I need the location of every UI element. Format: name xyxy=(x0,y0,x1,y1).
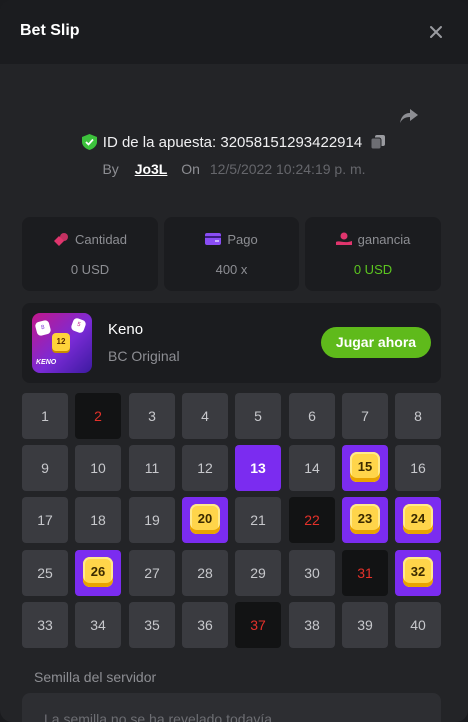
keno-cell-39: 39 xyxy=(342,602,388,648)
bet-id-row: ID de la apuesta: 32058151293422914 xyxy=(0,134,468,156)
close-icon[interactable] xyxy=(426,22,446,42)
thumb-die-3: 5 xyxy=(70,317,87,334)
server-seed-field[interactable]: La semilla no se ha revelado todavía xyxy=(22,693,441,722)
keno-cell-36: 36 xyxy=(182,602,228,648)
keno-cell-12: 12 xyxy=(182,445,228,491)
keno-cell-7: 7 xyxy=(342,393,388,439)
keno-cell-35: 35 xyxy=(129,602,175,648)
stat-amount-label: Cantidad xyxy=(74,232,128,247)
keno-cell-9: 9 xyxy=(22,445,68,491)
keno-cell-37: 37 xyxy=(235,602,281,648)
game-card: 8 12 5 KENO Keno BC Original Jugar ahora xyxy=(22,303,441,383)
stat-amount-value: 0 USD xyxy=(70,262,110,277)
keno-cell-29: 29 xyxy=(235,550,281,596)
keno-cell-20: 20 xyxy=(182,497,228,543)
coins-icon xyxy=(53,232,69,246)
gem-icon: 20 xyxy=(190,504,220,534)
share-icon[interactable] xyxy=(397,104,421,128)
keno-cell-1: 1 xyxy=(22,393,68,439)
hand-money-icon xyxy=(335,232,352,246)
gem-icon: 32 xyxy=(403,557,433,587)
keno-cell-18: 18 xyxy=(75,497,121,543)
thumb-die-2: 12 xyxy=(52,333,70,351)
modal-title: Bet Slip xyxy=(20,22,80,39)
server-seed-placeholder: La semilla no se ha revelado todavía xyxy=(44,711,273,722)
keno-cell-27: 27 xyxy=(129,550,175,596)
card-icon xyxy=(205,232,222,246)
stat-profit: ganancia 0 USD xyxy=(305,217,441,291)
bet-slip-modal: Bet Slip ID de la apuesta: 3205815129342… xyxy=(0,0,468,722)
keno-cell-10: 10 xyxy=(75,445,121,491)
gem-icon: 26 xyxy=(83,557,113,587)
thumb-label: KENO xyxy=(36,359,57,366)
gem-icon: 24 xyxy=(403,504,433,534)
keno-cell-26: 26 xyxy=(75,550,121,596)
bet-id-label: ID de la apuesta: xyxy=(102,134,217,151)
game-name: Keno xyxy=(108,321,144,338)
server-seed-label: Semilla del servidor xyxy=(34,669,157,685)
keno-cell-11: 11 xyxy=(129,445,175,491)
game-subtitle: BC Original xyxy=(108,348,180,364)
user-link[interactable]: Jo3L xyxy=(135,161,168,177)
keno-cell-14: 14 xyxy=(289,445,335,491)
keno-cell-33: 33 xyxy=(22,602,68,648)
play-now-button[interactable]: Jugar ahora xyxy=(321,327,431,358)
shield-check-icon xyxy=(81,134,97,150)
bet-by-row: By Jo3L On 12/5/2022 10:24:19 p. m. xyxy=(0,161,468,177)
keno-cell-23: 23 xyxy=(342,497,388,543)
keno-cell-31: 31 xyxy=(342,550,388,596)
stat-amount: Cantidad 0 USD xyxy=(22,217,158,291)
keno-cell-3: 3 xyxy=(129,393,175,439)
stat-payout-label: Pago xyxy=(227,232,258,247)
keno-cell-16: 16 xyxy=(395,445,441,491)
keno-cell-40: 40 xyxy=(395,602,441,648)
bet-date: 12/5/2022 10:24:19 p. m. xyxy=(209,161,366,177)
keno-cell-15: 15 xyxy=(342,445,388,491)
keno-cell-17: 17 xyxy=(22,497,68,543)
keno-cell-24: 24 xyxy=(395,497,441,543)
keno-thumbnail[interactable]: 8 12 5 KENO xyxy=(32,313,92,373)
gem-icon: 15 xyxy=(350,452,380,482)
stat-payout: Pago 400 x xyxy=(164,217,299,291)
stat-payout-value: 400 x xyxy=(215,262,248,277)
thumb-die-1: 8 xyxy=(34,319,52,337)
gem-icon: 23 xyxy=(350,504,380,534)
keno-cell-25: 25 xyxy=(22,550,68,596)
keno-cell-8: 8 xyxy=(395,393,441,439)
keno-grid: 1 2 3 4 5 6 7 8 9 10 11 12 13 14 15 16 17 18 19 20 21 22 23 24 2… xyxy=(22,393,442,661)
keno-cell-6: 6 xyxy=(289,393,335,439)
bet-id-value: 32058151293422914 xyxy=(220,134,363,151)
keno-cell-5: 5 xyxy=(235,393,281,439)
modal-header: Bet Slip xyxy=(0,0,468,64)
keno-cell-38: 38 xyxy=(289,602,335,648)
keno-cell-13: 13 xyxy=(235,445,281,491)
keno-cell-32: 32 xyxy=(395,550,441,596)
stat-profit-label: ganancia xyxy=(357,232,411,247)
stat-profit-value: 0 USD xyxy=(353,262,393,277)
keno-cell-22: 22 xyxy=(289,497,335,543)
keno-cell-2: 2 xyxy=(75,393,121,439)
keno-cell-28: 28 xyxy=(182,550,228,596)
keno-cell-4: 4 xyxy=(182,393,228,439)
on-label: On xyxy=(181,161,200,177)
keno-cell-21: 21 xyxy=(235,497,281,543)
by-label: By xyxy=(102,161,119,177)
keno-cell-19: 19 xyxy=(129,497,175,543)
copy-icon[interactable] xyxy=(370,134,386,150)
keno-cell-30: 30 xyxy=(289,550,335,596)
keno-cell-34: 34 xyxy=(75,602,121,648)
